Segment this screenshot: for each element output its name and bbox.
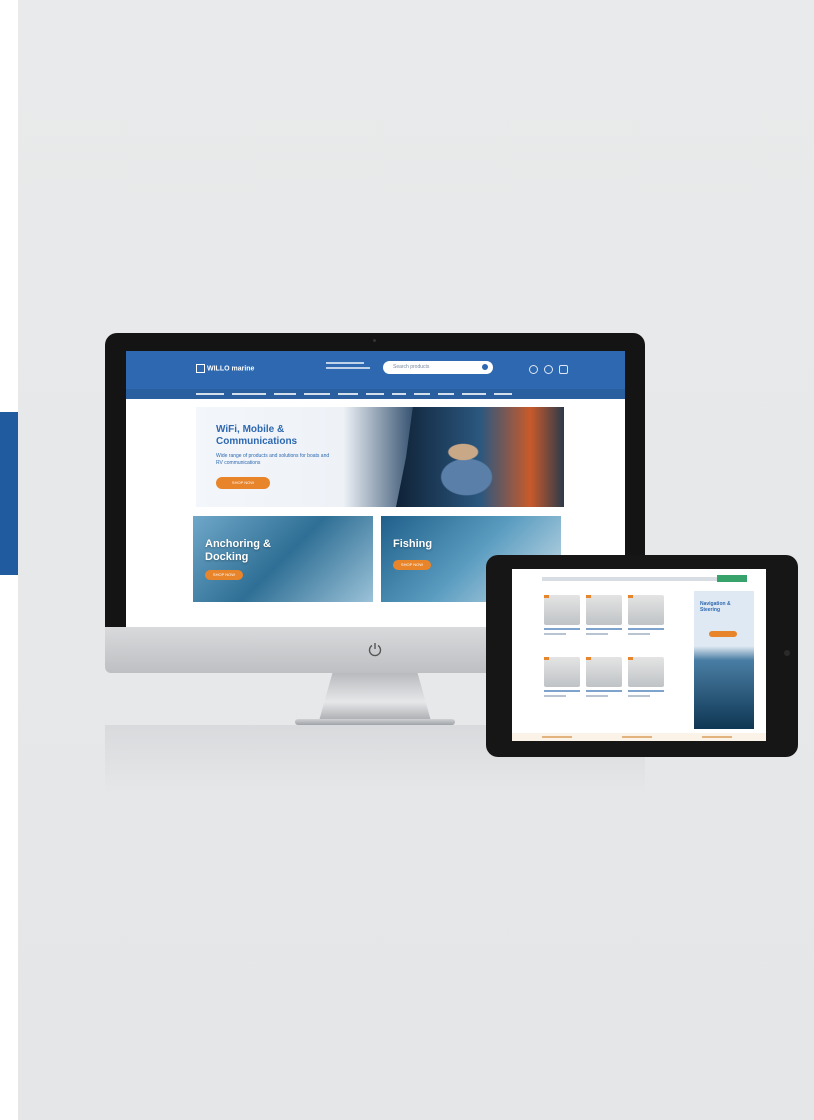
nav-item[interactable] (196, 393, 224, 395)
product-price (586, 633, 608, 635)
logo-text: WILLO marine (207, 365, 255, 373)
hero-photo (396, 407, 564, 507)
ipad-side-banner[interactable]: Navigation & Steering (694, 591, 754, 729)
product-image (628, 657, 664, 687)
search-input[interactable]: Search products (383, 361, 493, 374)
sale-badge (628, 657, 633, 660)
logo-icon (196, 364, 205, 373)
product-price (628, 633, 650, 635)
product-card[interactable] (628, 595, 664, 635)
product-card[interactable] (628, 657, 664, 697)
ipad-footer (512, 733, 766, 741)
power-icon (368, 643, 382, 657)
hero-title: WiFi, Mobile & Communications (216, 424, 298, 447)
nav-item[interactable] (304, 393, 330, 395)
side-accent-tab (0, 412, 18, 575)
promo-card-anchoring[interactable]: Anchoring & Docking SHOP NOW (193, 516, 373, 602)
promo-shop-button[interactable]: SHOP NOW (205, 570, 243, 580)
nav-item[interactable] (232, 393, 266, 395)
ipad-breadcrumb (542, 577, 722, 581)
camera-icon (373, 339, 376, 342)
product-image (628, 595, 664, 625)
sale-badge (586, 595, 591, 598)
product-card[interactable] (586, 595, 622, 635)
nav-item[interactable] (338, 393, 358, 395)
product-name (628, 628, 664, 630)
sale-badge (544, 657, 549, 660)
promo-shop-button[interactable]: SHOP NOW (393, 560, 431, 570)
sale-badge (628, 595, 633, 598)
wishlist-icon[interactable] (544, 365, 553, 374)
hero-subtitle: Wide range of products and solutions for… (216, 453, 330, 466)
banner-button[interactable] (709, 631, 737, 637)
sale-badge (544, 595, 549, 598)
product-price (544, 695, 566, 697)
search-icon[interactable] (482, 364, 488, 370)
nav-item[interactable] (366, 393, 384, 395)
nav-item[interactable] (494, 393, 512, 395)
product-name (628, 690, 664, 692)
ipad-device: Navigation & Steering (486, 555, 798, 757)
product-card[interactable] (586, 657, 622, 697)
sale-badge (586, 657, 591, 660)
product-image (586, 595, 622, 625)
header-contact (326, 362, 370, 372)
product-price (628, 695, 650, 697)
site-logo[interactable]: WILLO marine (196, 364, 254, 373)
hero-banner: WiFi, Mobile & Communications Wide range… (196, 407, 564, 507)
nav-item[interactable] (414, 393, 430, 395)
imac-stand (319, 673, 431, 721)
product-name (544, 690, 580, 692)
cart-icon[interactable] (559, 365, 568, 374)
product-card[interactable] (544, 657, 580, 697)
product-price (544, 633, 566, 635)
nav-item[interactable] (438, 393, 454, 395)
ipad-screen: Navigation & Steering (512, 569, 766, 741)
ipad-promo-strip (717, 575, 747, 582)
home-button-icon (784, 650, 790, 656)
product-image (586, 657, 622, 687)
search-placeholder: Search products (393, 364, 430, 370)
nav-item[interactable] (462, 393, 486, 395)
account-icon[interactable] (529, 365, 538, 374)
product-name (586, 628, 622, 630)
hero-shop-button[interactable]: SHOP NOW (216, 477, 270, 489)
nav-bar (126, 389, 625, 399)
nav-item[interactable] (392, 393, 406, 395)
product-price (586, 695, 608, 697)
product-card[interactable] (544, 595, 580, 635)
product-name (544, 628, 580, 630)
promo-title: Anchoring & Docking (205, 538, 271, 563)
promo-title: Fishing (393, 538, 433, 550)
site-header: WILLO marine Search products (126, 351, 625, 389)
product-name (586, 690, 622, 692)
banner-title: Navigation & Steering (700, 601, 731, 613)
product-image (544, 657, 580, 687)
product-image (544, 595, 580, 625)
nav-item[interactable] (274, 393, 296, 395)
